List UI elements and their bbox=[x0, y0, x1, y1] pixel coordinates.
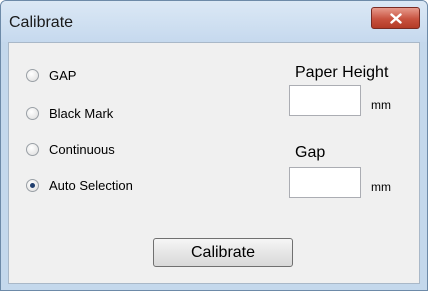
radio-button[interactable] bbox=[26, 143, 39, 156]
radio-label: Auto Selection bbox=[49, 178, 133, 193]
calibrate-button[interactable]: Calibrate bbox=[153, 238, 293, 267]
gap-label: Gap bbox=[295, 144, 326, 161]
radio-button[interactable] bbox=[26, 69, 39, 82]
window-bottom-border bbox=[1, 284, 427, 290]
close-icon bbox=[390, 13, 402, 24]
paper-height-unit: mm bbox=[371, 98, 391, 112]
close-button[interactable] bbox=[371, 7, 420, 29]
gap-input[interactable] bbox=[289, 167, 361, 198]
radio-selected-dot bbox=[30, 183, 35, 188]
radio-label: GAP bbox=[49, 68, 77, 83]
paper-height-label: Paper Height bbox=[295, 64, 389, 81]
gap-unit: mm bbox=[371, 180, 391, 194]
radio-button-selected[interactable] bbox=[26, 179, 39, 192]
paper-height-input[interactable] bbox=[289, 85, 361, 116]
radio-button[interactable] bbox=[26, 107, 39, 120]
radio-label: Black Mark bbox=[49, 106, 114, 121]
calibrate-dialog: Calibrate GAP Black Mark Continuous Auto… bbox=[0, 0, 428, 291]
radio-label: Continuous bbox=[49, 142, 115, 157]
window-title: Calibrate bbox=[9, 14, 74, 31]
title-bar: Calibrate bbox=[1, 1, 427, 42]
